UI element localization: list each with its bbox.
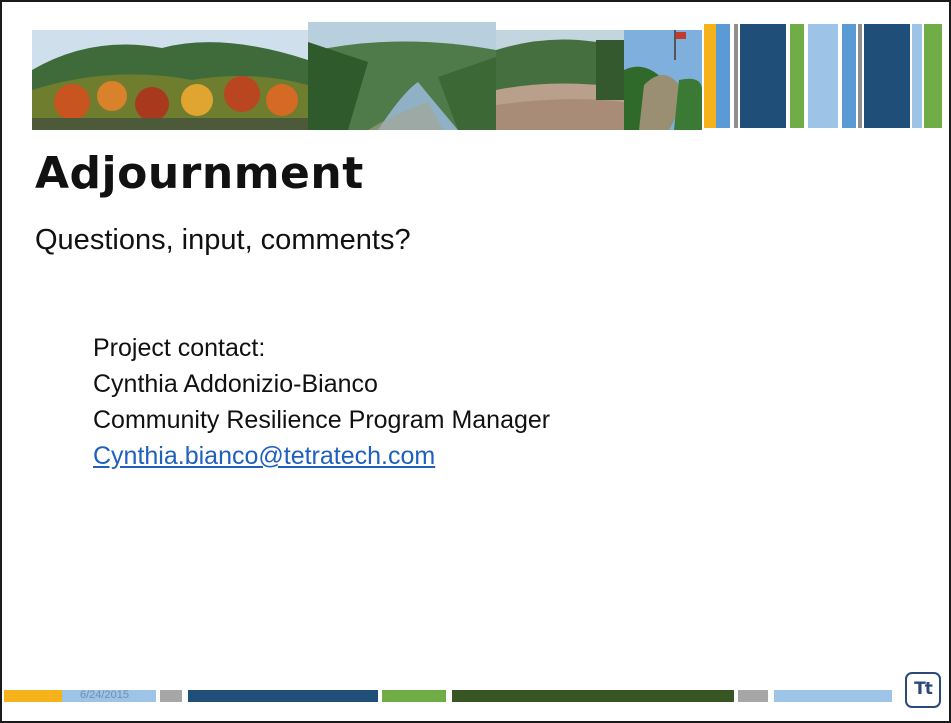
banner-bar-green bbox=[790, 24, 804, 128]
contact-role: Community Resilience Program Manager bbox=[93, 406, 551, 434]
river-valley-photo bbox=[308, 22, 496, 130]
banner-bar-light-blue-2 bbox=[912, 24, 922, 128]
slide-subtitle: Questions, input, comments? bbox=[35, 224, 411, 256]
footer-segment-light-blue-2 bbox=[774, 690, 892, 702]
footer-segment-dark-green bbox=[452, 690, 734, 702]
muddy-river-photo bbox=[496, 30, 624, 130]
logo-text: Tt bbox=[914, 679, 933, 699]
monument-statue-photo bbox=[624, 30, 702, 130]
banner-bar-navy-2 bbox=[864, 24, 910, 128]
footer-segment-gray bbox=[160, 690, 182, 702]
banner-bar-mid-blue bbox=[716, 24, 730, 128]
footer-date: 6/24/2015 bbox=[80, 689, 129, 701]
contact-block: Project contact: Cynthia Addonizio-Bianc… bbox=[93, 330, 550, 474]
banner-bar-navy bbox=[740, 24, 786, 128]
footer-segment-navy bbox=[188, 690, 378, 702]
banner-bar-gray-2 bbox=[858, 24, 862, 128]
banner-bar-green-2 bbox=[924, 24, 942, 128]
banner-bar-gray bbox=[734, 24, 738, 128]
contact-label: Project contact: bbox=[93, 334, 266, 362]
slide: Adjournment Questions, input, comments? … bbox=[0, 0, 951, 723]
footer-segment-gold bbox=[4, 690, 62, 702]
slide-title: Adjournment bbox=[35, 148, 364, 199]
header-banner bbox=[32, 22, 948, 130]
banner-bar-light-blue bbox=[808, 24, 838, 128]
footer-segment-gray-2 bbox=[738, 690, 768, 702]
footer-segment-green bbox=[382, 690, 446, 702]
contact-email-link[interactable]: Cynthia.bianco@tetratech.com bbox=[93, 442, 435, 470]
contact-name: Cynthia Addonizio-Bianco bbox=[93, 370, 378, 398]
banner-bar-mid-blue-2 bbox=[842, 24, 856, 128]
footer-bar: 6/24/2015 bbox=[2, 689, 949, 702]
autumn-mountain-photo bbox=[32, 30, 308, 130]
banner-bar-gold bbox=[704, 24, 716, 128]
tetra-tech-logo-icon: Tt bbox=[905, 672, 941, 708]
